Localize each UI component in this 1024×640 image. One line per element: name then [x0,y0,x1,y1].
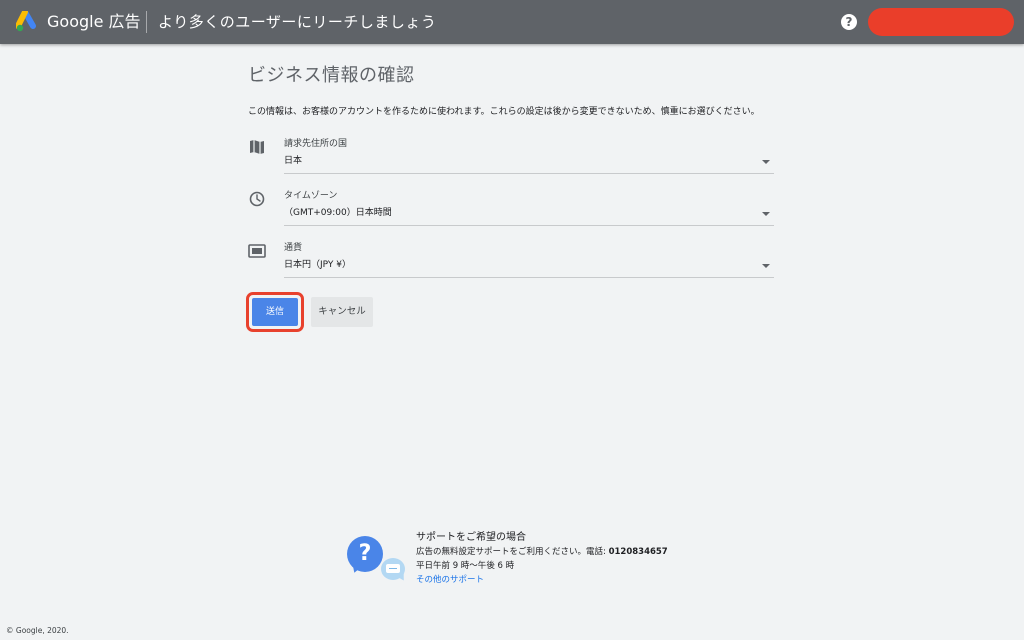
cancel-button[interactable]: キャンセル [311,297,373,327]
time-zone-select[interactable]: （GMT+09:00）日本時間 [284,204,774,226]
form-description: この情報は、お客様のアカウントを作るために使われます。これらの設定は後から変更で… [248,107,760,117]
currency-icon [248,244,266,258]
billing-country-label: 請求先住所の国 [284,139,348,149]
help-bubble-icon: ? [347,536,383,572]
account-button[interactable] [868,8,1014,36]
more-support-link[interactable]: その他のサポート [416,574,484,587]
billing-country-select[interactable]: 日本 [284,152,774,174]
map-icon [250,140,264,154]
currency-select[interactable]: 日本円（JPY ¥） [284,256,774,278]
dropdown-arrow-icon [762,160,770,164]
copyright: © Google, 2020. [6,626,69,635]
billing-country-value: 日本 [284,156,303,166]
clock-icon [249,191,265,207]
support-description: 広告の無料設定サポートをご利用ください。電話: [416,547,609,557]
dropdown-arrow-icon [762,264,770,268]
brand-name[interactable]: Google 広告 [47,11,141,33]
help-icon[interactable]: ? [841,14,857,30]
dropdown-arrow-icon [762,212,770,216]
currency-label: 通貨 [284,243,303,253]
keyboard-icon [386,564,400,573]
support-heading: サポートをご希望の場合 [416,532,526,543]
time-zone-label: タイムゾーン [284,191,338,201]
currency-field: 通貨 日本円（JPY ¥） [248,241,774,285]
currency-value: 日本円（JPY ¥） [284,260,351,270]
header-divider [146,11,147,33]
support-hours: 平日午前 9 時〜午後 6 時 [416,561,515,571]
header-title: より多くのユーザーにリーチしましょう [158,13,437,31]
submit-button[interactable]: 送信 [252,298,298,326]
support-phone-number: 0120834657 [608,547,668,557]
time-zone-value: （GMT+09:00）日本時間 [284,208,392,218]
top-app-bar: Google 広告 より多くのユーザーにリーチしましょう ? [0,0,1024,44]
time-zone-field: タイムゾーン （GMT+09:00）日本時間 [248,189,774,233]
support-text: 広告の無料設定サポートをご利用ください。電話: 0120834657 [416,546,668,559]
page-title: ビジネス情報の確認 [248,65,415,86]
google-ads-logo-icon[interactable] [16,11,40,33]
billing-country-field: 請求先住所の国 日本 [248,137,774,181]
